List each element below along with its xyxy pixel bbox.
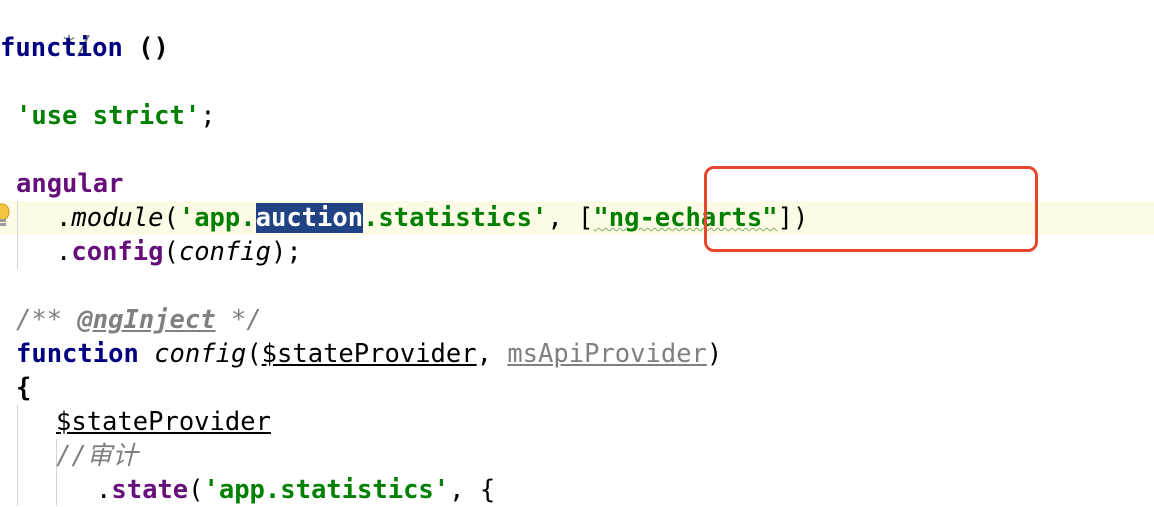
code-editor[interactable]: */ function () 'use strict'; angular .mo… xyxy=(0,0,1154,506)
punctuation-token: , xyxy=(476,339,508,369)
parameter-token: $stateProvider xyxy=(261,339,477,369)
string-token: 'app.statistics' xyxy=(203,475,450,505)
comment-token: /** xyxy=(16,305,78,335)
code-line-5: .module('app.auction.statistics', ["ng-e… xyxy=(56,201,808,235)
punctuation-token: . xyxy=(56,203,72,233)
punctuation-token: () xyxy=(122,33,169,63)
string-token: .statistics' xyxy=(363,203,548,233)
code-line-4: angular xyxy=(16,167,123,201)
comment-token: //审计 xyxy=(56,441,138,471)
code-line-7: /** @ngInject */ xyxy=(16,303,262,337)
argument-token: config xyxy=(178,237,271,267)
code-line-10: $stateProvider xyxy=(56,405,271,439)
punctuation-token: , xyxy=(547,203,579,233)
indent-guide xyxy=(17,405,18,506)
code-line-8: function config($stateProvider, msApiPro… xyxy=(16,337,722,371)
punctuation-token: . xyxy=(96,475,112,505)
code-line-1: */ xyxy=(0,0,92,61)
code-line-6: .config(config); xyxy=(56,235,302,269)
method-token: state xyxy=(111,475,189,505)
parameter-token: $stateProvider xyxy=(56,407,271,437)
code-line-9: { xyxy=(16,371,31,405)
identifier-token: angular xyxy=(16,169,124,199)
punctuation-token: ( xyxy=(246,339,262,369)
punctuation-token: ( xyxy=(163,203,179,233)
punctuation-token: ); xyxy=(270,237,302,267)
function-name-token: config xyxy=(154,339,247,369)
unused-parameter-token: msApiProvider xyxy=(507,339,707,369)
keyword-token: function xyxy=(0,33,123,63)
punctuation-token: [ xyxy=(578,203,594,233)
annotation-token: @ngInject xyxy=(77,305,216,335)
code-line-12: .state('app.statistics', { xyxy=(96,473,495,507)
method-token: module xyxy=(71,203,164,233)
punctuation-token: , { xyxy=(449,475,496,505)
highlight-box xyxy=(704,166,1038,252)
punctuation-token: { xyxy=(16,373,32,403)
comment-token: */ xyxy=(215,305,262,335)
punctuation-token: ( xyxy=(188,475,204,505)
method-token: config xyxy=(71,237,164,267)
code-line-2: function () xyxy=(0,31,169,65)
punctuation-token: ; xyxy=(200,101,216,131)
punctuation-token: ) xyxy=(706,339,723,369)
code-line-3: 'use strict'; xyxy=(16,99,216,133)
lightbulb-icon[interactable] xyxy=(0,201,10,231)
code-line-11: //审计 xyxy=(56,439,138,473)
indent-guide xyxy=(17,201,18,269)
punctuation-token: . xyxy=(56,237,72,267)
string-token: 'app. xyxy=(178,203,256,233)
string-token: 'use strict' xyxy=(16,101,201,131)
punctuation-token: ( xyxy=(163,237,179,267)
selected-text[interactable]: auction xyxy=(255,203,364,233)
keyword-token: function xyxy=(16,339,139,369)
